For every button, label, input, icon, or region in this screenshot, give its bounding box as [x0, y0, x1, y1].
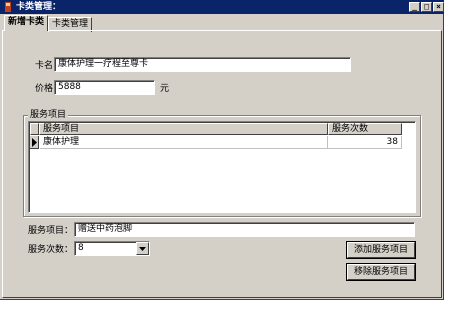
app-icon — [5, 2, 11, 12]
services-group-title: 服务项目 — [28, 109, 69, 121]
price-unit: 元 — [160, 84, 170, 94]
service-item-label: 服务项目： — [28, 226, 74, 236]
chevron-down-icon[interactable] — [136, 242, 149, 255]
column-header-service-item[interactable]: 服务项目 — [39, 123, 328, 135]
price-input[interactable]: 5888 — [54, 80, 155, 95]
service-count-select[interactable]: 8 — [74, 241, 150, 256]
maximize-icon[interactable]: □ — [421, 2, 432, 12]
card-type-window: 卡类管理： _ □ × 新增卡类 卡类管理 卡名： 康体护理一疗程至尊卡 价格：… — [0, 0, 444, 300]
row-indicator-icon — [30, 136, 39, 149]
minimize-icon[interactable]: _ — [409, 2, 420, 12]
cell-service-count[interactable]: 38 — [328, 136, 402, 149]
tab-add-card-type[interactable]: 新增卡类 — [4, 15, 49, 31]
title-bar[interactable]: 卡类管理： _ □ × — [0, 0, 444, 14]
cell-service-item[interactable]: 康体护理 — [40, 136, 328, 149]
services-grid[interactable]: 服务项目 服务次数 康体护理 38 — [28, 121, 416, 213]
close-icon[interactable]: × — [433, 2, 444, 12]
card-name-input[interactable]: 康体护理一疗程至尊卡 — [54, 57, 351, 72]
grid-corner — [30, 123, 39, 135]
table-row[interactable]: 康体护理 38 — [30, 136, 402, 149]
service-item-input[interactable]: 赠送中药泡脚 — [74, 222, 415, 237]
add-service-button[interactable]: 添加服务项目 — [347, 242, 415, 258]
window-title: 卡类管理： — [16, 2, 62, 12]
column-header-service-count[interactable]: 服务次数 — [328, 123, 402, 135]
remove-service-button[interactable]: 移除服务项目 — [347, 264, 415, 280]
grid-header: 服务项目 服务次数 — [30, 123, 402, 135]
service-count-label: 服务次数： — [28, 245, 74, 255]
service-count-value: 8 — [78, 243, 84, 253]
